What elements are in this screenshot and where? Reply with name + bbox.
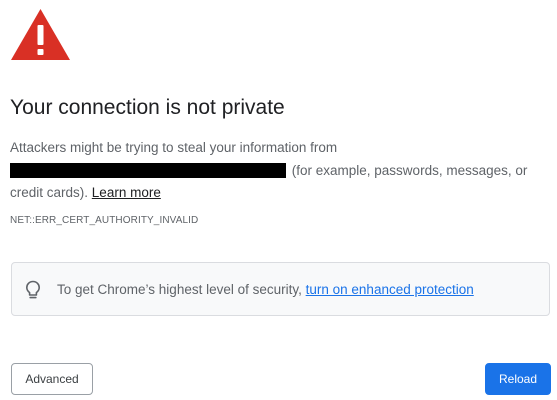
enhanced-protection-link[interactable]: turn on enhanced protection bbox=[306, 282, 474, 297]
redacted-domain bbox=[10, 162, 286, 178]
learn-more-link[interactable]: Learn more bbox=[92, 185, 161, 200]
enhanced-protection-notice: To get Chrome’s highest level of securit… bbox=[11, 262, 550, 316]
error-code: NET::ERR_CERT_AUTHORITY_INVALID bbox=[10, 215, 199, 226]
error-description: Attackers might be trying to steal your … bbox=[10, 137, 540, 205]
reload-button[interactable]: Reload bbox=[485, 363, 551, 395]
warning-triangle-icon bbox=[10, 8, 71, 61]
security-notice-text: To get Chrome’s highest level of securit… bbox=[57, 282, 474, 297]
security-notice-label: To get Chrome’s highest level of securit… bbox=[57, 282, 302, 297]
lightbulb-icon bbox=[25, 280, 41, 300]
ssl-error-page: Your connection is not private Attackers… bbox=[0, 0, 557, 400]
page-title: Your connection is not private bbox=[10, 96, 285, 119]
description-prefix: Attackers might be trying to steal your … bbox=[10, 140, 338, 155]
advanced-button[interactable]: Advanced bbox=[11, 363, 93, 395]
